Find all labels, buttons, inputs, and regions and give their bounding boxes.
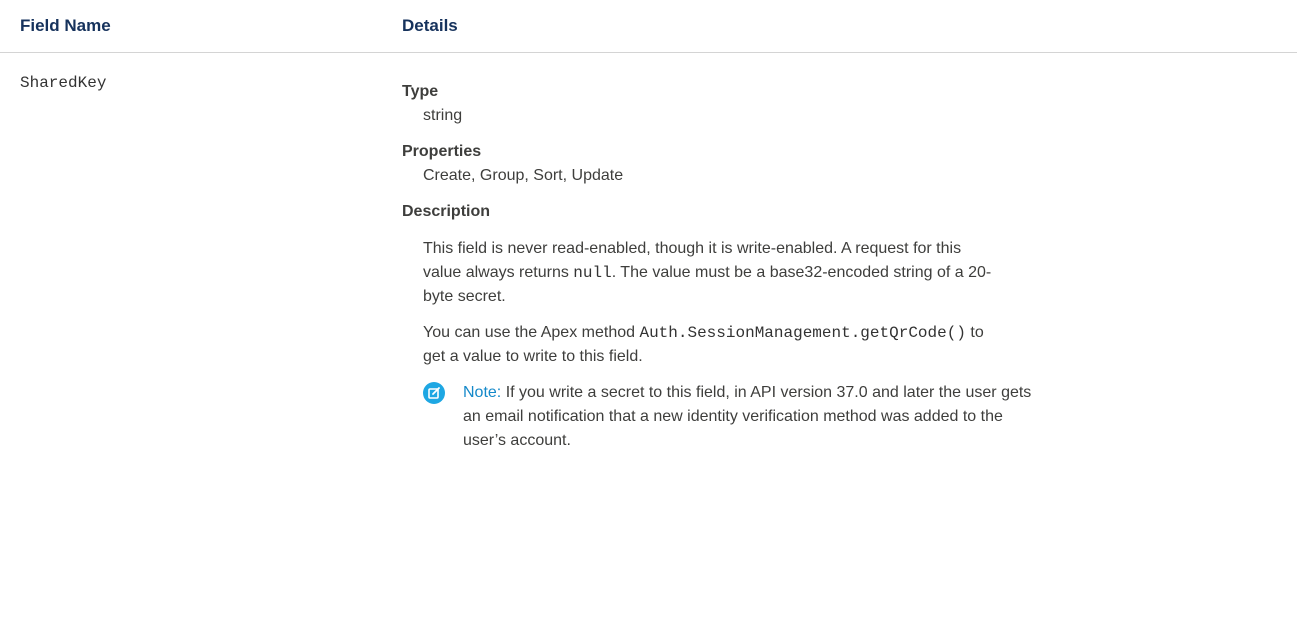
description-label: Description bbox=[402, 203, 491, 220]
note-label: Note: bbox=[463, 384, 502, 401]
edit-note-icon bbox=[423, 382, 445, 404]
properties-label: Properties bbox=[402, 143, 482, 160]
column-header-details: Details bbox=[402, 16, 458, 35]
table-header: Field Name Details bbox=[0, 0, 1297, 53]
null-code: null bbox=[573, 264, 612, 282]
description-paragraph-2: You can use the Apex method Auth.Session… bbox=[423, 321, 1003, 369]
column-header-field-name: Field Name bbox=[20, 16, 111, 35]
type-label: Type bbox=[402, 83, 439, 100]
properties-value: Create, Group, Sort, Update bbox=[423, 167, 624, 184]
field-table: Field Name Details SharedKey Type string… bbox=[0, 0, 1297, 636]
note-text: If you write a secret to this field, in … bbox=[463, 384, 1032, 449]
field-name-cell: SharedKey bbox=[20, 74, 107, 92]
type-value: string bbox=[423, 107, 463, 124]
details-cell: Type string Properties Create, Group, So… bbox=[402, 83, 1262, 453]
apex-method-code: Auth.SessionManagement.getQrCode() bbox=[639, 324, 966, 342]
note-callout: Note: If you write a secret to this fiel… bbox=[423, 381, 1043, 453]
desc-p2-text-start: You can use the Apex method bbox=[423, 324, 640, 341]
description-paragraph-1: This field is never read-enabled, though… bbox=[423, 237, 1003, 309]
